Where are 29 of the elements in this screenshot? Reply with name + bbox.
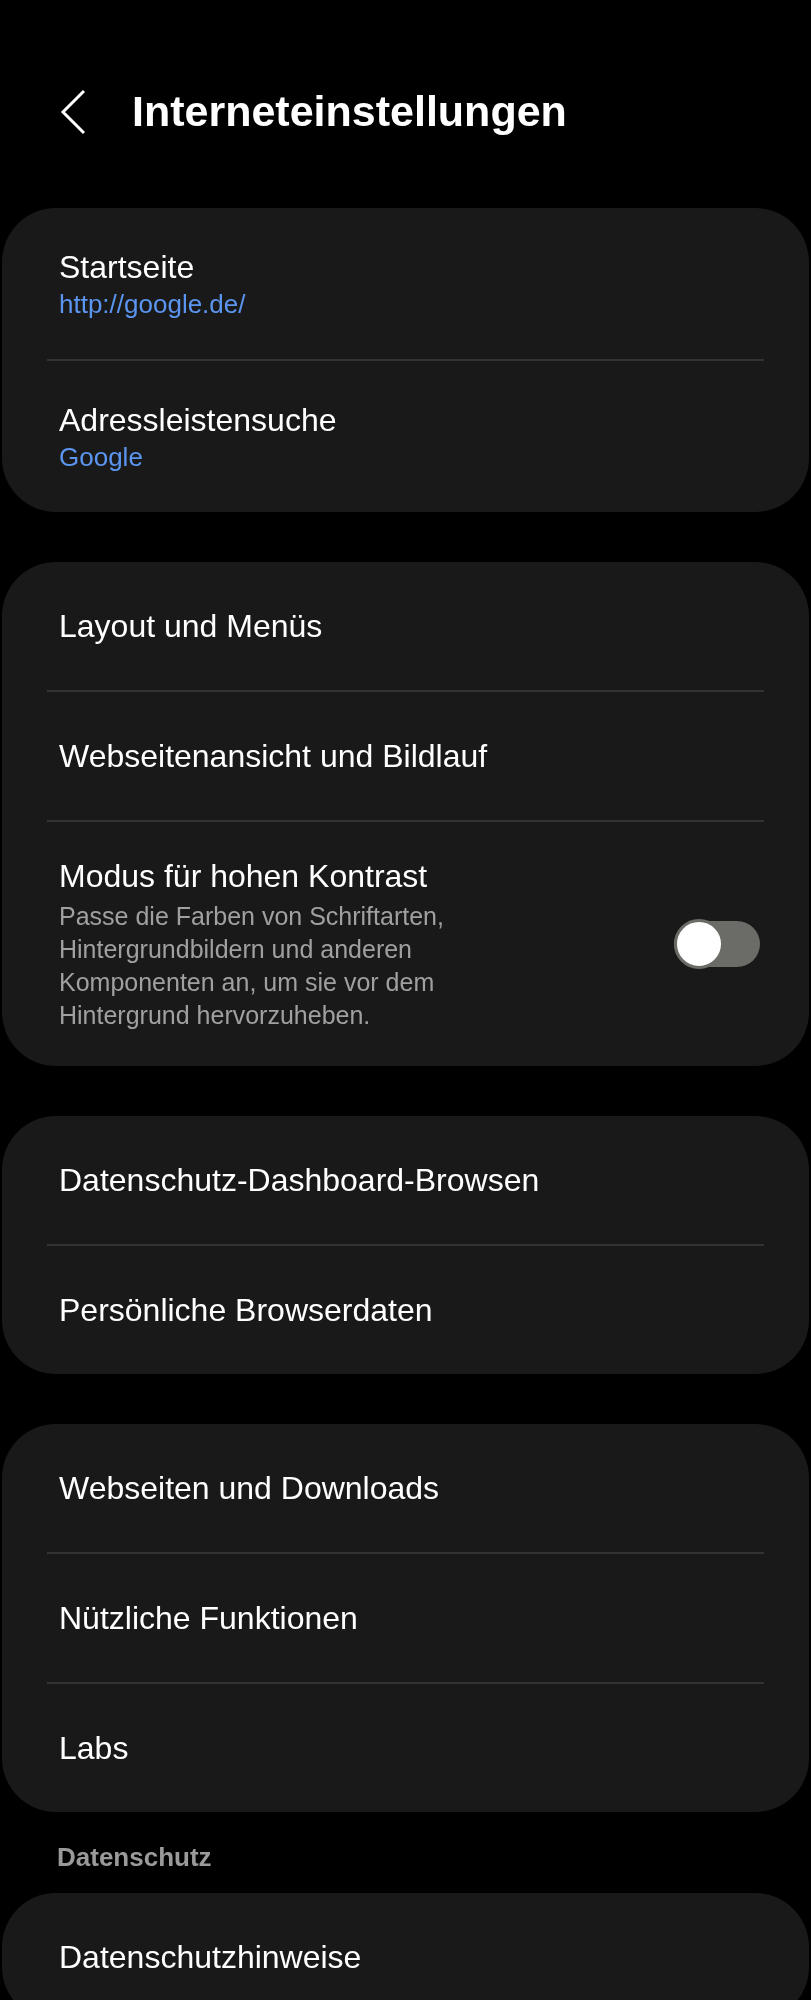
setting-title: Webseiten und Downloads [59, 1469, 440, 1508]
setting-title: Persönliche Browserdaten [59, 1291, 433, 1330]
section-label: Datenschutz [57, 1841, 212, 1874]
settings-row[interactable]: Datenschutzhinweise [2, 1893, 809, 2000]
back-icon[interactable] [58, 89, 88, 135]
settings-row[interactable]: Webseiten und Downloads [2, 1424, 809, 1552]
settings-row[interactable]: Adressleistensuche Google [2, 361, 809, 512]
setting-title: Datenschutzhinweise [59, 1938, 362, 1977]
setting-description: Passe die Farben von Schriftarten, Hintergrundbildern und anderen Komponenten an, um sie vor dem Hintergrund hervorzuheben. [59, 901, 445, 1031]
setting-value: http://google.de/ [59, 287, 247, 321]
setting-title: Datenschutz-Dashboard-Browsen [59, 1161, 540, 1200]
settings-row[interactable]: Modus für hohen Kontrast Passe die Farben von Schriftarten, Hintergrundbildern und anderen Komponenten an, um sie vor dem Hintergrund hervorzuheben. [2, 822, 809, 1066]
settings-row[interactable]: Webseitenansicht und Bildlauf [2, 692, 809, 820]
setting-title: Modus für hohen Kontrast [59, 857, 429, 896]
setting-value: Google [59, 440, 144, 474]
settings-row[interactable]: Datenschutz-Dashboard-Browsen [2, 1116, 809, 1244]
settings-row[interactable]: Startseite http://google.de/ [2, 208, 809, 359]
settings-row[interactable]: Layout und Menüs [2, 562, 809, 690]
setting-title: Webseitenansicht und Bildlauf [59, 737, 488, 776]
setting-title: Adressleistensuche [59, 400, 338, 440]
page-title: Interneteinstellungen [132, 86, 567, 136]
settings-row[interactable]: Nützliche Funktionen [2, 1554, 809, 1682]
settings-row[interactable]: Labs [2, 1684, 809, 1812]
setting-title: Startseite [59, 247, 196, 287]
setting-title: Nützliche Funktionen [59, 1599, 358, 1638]
toggle-switch[interactable] [674, 921, 760, 967]
setting-title: Layout und Menüs [59, 607, 323, 646]
settings-row[interactable]: Persönliche Browserdaten [2, 1246, 809, 1374]
setting-title: Labs [59, 1729, 129, 1768]
